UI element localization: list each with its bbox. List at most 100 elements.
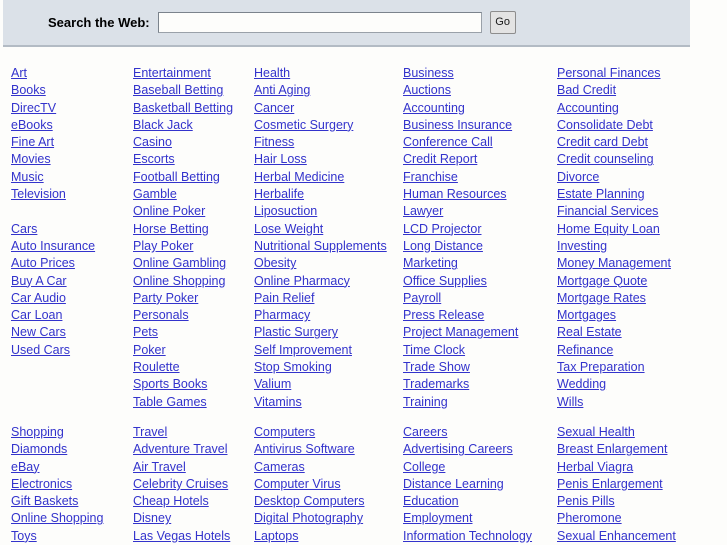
directory-link[interactable]: Breast Enlargement	[557, 442, 667, 456]
directory-link[interactable]: Conference Call	[403, 135, 493, 149]
directory-link[interactable]: Marketing	[403, 256, 458, 270]
directory-link[interactable]: Football Betting	[133, 170, 220, 184]
directory-link[interactable]: Payroll	[403, 291, 441, 305]
directory-link[interactable]: Pets	[133, 325, 158, 339]
directory-link[interactable]: eBay	[11, 460, 40, 474]
directory-link[interactable]: Shopping	[11, 425, 64, 439]
directory-link[interactable]: Car Loan	[11, 308, 62, 322]
directory-link[interactable]: Pharmacy	[254, 308, 310, 322]
directory-link[interactable]: Baseball Betting	[133, 83, 223, 97]
directory-link[interactable]: Liposuction	[254, 204, 317, 218]
directory-link[interactable]: Laptops	[254, 529, 298, 543]
directory-link[interactable]: Cancer	[254, 101, 294, 115]
directory-link[interactable]: Casino	[133, 135, 172, 149]
directory-link[interactable]: Plastic Surgery	[254, 325, 338, 339]
directory-link[interactable]: Tax Preparation	[557, 360, 645, 374]
directory-link[interactable]: Cheap Hotels	[133, 494, 209, 508]
directory-link[interactable]: Poker	[133, 343, 166, 357]
directory-link[interactable]: Fitness	[254, 135, 294, 149]
directory-link[interactable]: Business Insurance	[403, 118, 512, 132]
directory-link[interactable]: Roulette	[133, 360, 180, 374]
directory-link[interactable]: Wills	[557, 395, 583, 409]
directory-link[interactable]: Bad Credit	[557, 83, 616, 97]
directory-link[interactable]: Escorts	[133, 152, 175, 166]
directory-link[interactable]: Mortgages	[557, 308, 616, 322]
directory-link[interactable]: Nutritional Supplements	[254, 239, 387, 253]
directory-link[interactable]: Time Clock	[403, 343, 465, 357]
directory-link[interactable]: Herbal Medicine	[254, 170, 344, 184]
directory-link[interactable]: Black Jack	[133, 118, 193, 132]
directory-link[interactable]: Lawyer	[403, 204, 443, 218]
directory-link[interactable]: Television	[11, 187, 66, 201]
directory-link[interactable]: Celebrity Cruises	[133, 477, 228, 491]
directory-link[interactable]: Movies	[11, 152, 51, 166]
directory-link[interactable]: Digital Photography	[254, 511, 363, 525]
directory-link[interactable]: Cars	[11, 222, 37, 236]
directory-link[interactable]: Air Travel	[133, 460, 186, 474]
directory-link[interactable]: Play Poker	[133, 239, 193, 253]
directory-link[interactable]: Health	[254, 66, 290, 80]
directory-link[interactable]: Trademarks	[403, 377, 469, 391]
directory-link[interactable]: Franchise	[403, 170, 458, 184]
directory-link[interactable]: Real Estate	[557, 325, 622, 339]
directory-link[interactable]: Electronics	[11, 477, 72, 491]
directory-link[interactable]: Training	[403, 395, 448, 409]
directory-link[interactable]: Horse Betting	[133, 222, 209, 236]
directory-link[interactable]: Home Equity Loan	[557, 222, 660, 236]
directory-link[interactable]: Press Release	[403, 308, 484, 322]
directory-link[interactable]: Buy A Car	[11, 274, 67, 288]
directory-link[interactable]: Books	[11, 83, 46, 97]
directory-link[interactable]: Employment	[403, 511, 472, 525]
directory-link[interactable]: Stop Smoking	[254, 360, 332, 374]
directory-link[interactable]: Credit card Debt	[557, 135, 648, 149]
directory-link[interactable]: Auto Insurance	[11, 239, 95, 253]
directory-link[interactable]: Antivirus Software	[254, 442, 355, 456]
directory-link[interactable]: College	[403, 460, 445, 474]
directory-link[interactable]: LCD Projector	[403, 222, 482, 236]
directory-link[interactable]: Information Technology	[403, 529, 532, 543]
directory-link[interactable]: Online Poker	[133, 204, 205, 218]
directory-link[interactable]: Cameras	[254, 460, 305, 474]
directory-link[interactable]: Pain Relief	[254, 291, 314, 305]
directory-link[interactable]: Self Improvement	[254, 343, 352, 357]
directory-link[interactable]: Business	[403, 66, 454, 80]
directory-link[interactable]: Vitamins	[254, 395, 302, 409]
directory-link[interactable]: Long Distance	[403, 239, 483, 253]
directory-link[interactable]: Car Audio	[11, 291, 66, 305]
directory-link[interactable]: Auctions	[403, 83, 451, 97]
directory-link[interactable]: Lose Weight	[254, 222, 323, 236]
directory-link[interactable]: Accounting	[557, 101, 619, 115]
directory-link[interactable]: Personals	[133, 308, 189, 322]
search-go-button[interactable]: Go	[489, 11, 516, 34]
directory-link[interactable]: Penis Enlargement	[557, 477, 663, 491]
directory-link[interactable]: Personal Finances	[557, 66, 661, 80]
directory-link[interactable]: Sports Books	[133, 377, 207, 391]
directory-link[interactable]: Advertising Careers	[403, 442, 513, 456]
directory-link[interactable]: Penis Pills	[557, 494, 615, 508]
directory-link[interactable]: Toys	[11, 529, 37, 543]
directory-link[interactable]: Wedding	[557, 377, 606, 391]
directory-link[interactable]: Cosmetic Surgery	[254, 118, 353, 132]
directory-link[interactable]: Office Supplies	[403, 274, 487, 288]
directory-link[interactable]: DirecTV	[11, 101, 56, 115]
directory-link[interactable]: Party Poker	[133, 291, 198, 305]
directory-link[interactable]: Gamble	[133, 187, 177, 201]
directory-link[interactable]: eBooks	[11, 118, 53, 132]
directory-link[interactable]: Entertainment	[133, 66, 211, 80]
directory-link[interactable]: Divorce	[557, 170, 599, 184]
directory-link[interactable]: Computer Virus	[254, 477, 341, 491]
search-input[interactable]	[157, 12, 482, 33]
directory-link[interactable]: Accounting	[403, 101, 465, 115]
directory-link[interactable]: Valium	[254, 377, 291, 391]
directory-link[interactable]: Sexual Enhancement	[557, 529, 676, 543]
directory-link[interactable]: Obesity	[254, 256, 296, 270]
directory-link[interactable]: Adventure Travel	[133, 442, 228, 456]
directory-link[interactable]: Basketball Betting	[133, 101, 233, 115]
directory-link[interactable]: Project Management	[403, 325, 518, 339]
directory-link[interactable]: Desktop Computers	[254, 494, 364, 508]
directory-link[interactable]: Consolidate Debt	[557, 118, 653, 132]
directory-link[interactable]: New Cars	[11, 325, 66, 339]
directory-link[interactable]: Music	[11, 170, 44, 184]
directory-link[interactable]: Herbal Viagra	[557, 460, 633, 474]
directory-link[interactable]: Online Gambling	[133, 256, 226, 270]
